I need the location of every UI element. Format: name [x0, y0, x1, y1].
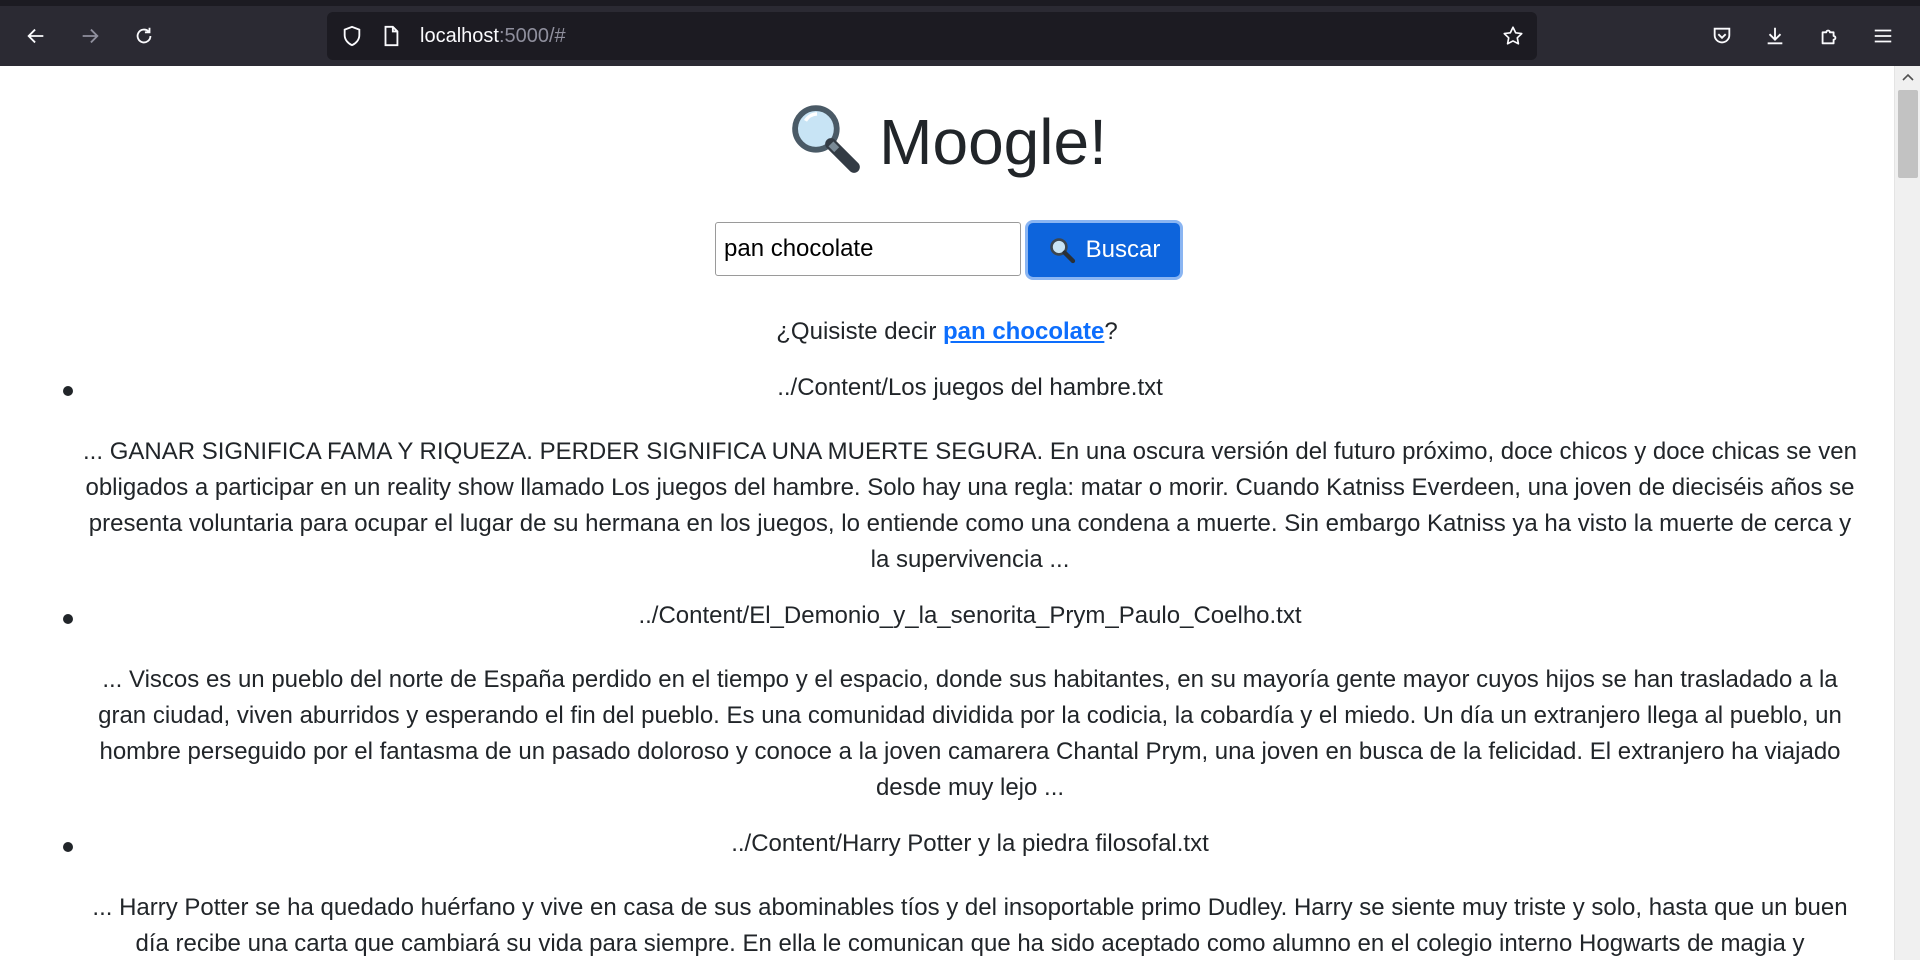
page-title: Moogle! [0, 100, 1894, 179]
list-bullet [63, 614, 73, 624]
forward-button[interactable] [73, 19, 107, 53]
suggestion-link[interactable]: pan chocolate [943, 318, 1104, 345]
vertical-scrollbar[interactable] [1894, 66, 1920, 960]
chevron-up-icon [1902, 73, 1914, 81]
puzzle-icon [1821, 29, 1837, 45]
result-snippet: ... Harry Potter se ha quedado huérfano … [92, 894, 1848, 957]
list-bullet [63, 842, 73, 852]
scroll-up-button[interactable] [1895, 66, 1920, 88]
reload-icon [136, 27, 152, 44]
shield-icon[interactable] [340, 24, 364, 48]
did-you-mean: ¿Quisiste decir pan chocolate? [0, 318, 1894, 346]
page-icon [379, 24, 403, 48]
suggestion-suffix: ? [1104, 318, 1118, 345]
result-snippet: ... GANAR SIGNIFICA FAMA Y RIQUEZA. PERD… [83, 438, 1857, 573]
magnifier-icon [792, 105, 860, 173]
extensions-button[interactable] [1812, 19, 1846, 53]
result-title[interactable]: ../Content/Los juegos del hambre.txt [80, 374, 1860, 402]
download-icon [1767, 27, 1783, 45]
browser-toolbar: localhost:5000/# [0, 0, 1920, 66]
scrollbar-thumb[interactable] [1898, 90, 1918, 178]
search-button-label: Buscar [1085, 236, 1161, 263]
url-text[interactable]: localhost:5000/# [420, 25, 566, 48]
star-icon[interactable] [1501, 24, 1525, 48]
result-title[interactable]: ../Content/El_Demonio_y_la_senorita_Prym… [80, 602, 1860, 630]
list-bullet [63, 386, 73, 396]
url-path: :5000/# [498, 25, 566, 47]
back-button[interactable] [19, 19, 53, 53]
search-input[interactable] [715, 222, 1021, 276]
app-menu-button[interactable] [1866, 19, 1900, 53]
pocket-button[interactable] [1705, 19, 1739, 53]
suggestion-prefix: ¿Quisiste decir [776, 318, 943, 345]
hamburger-menu-icon [1874, 29, 1892, 43]
arrow-right-icon [82, 28, 99, 44]
url-bar[interactable]: localhost:5000/# [327, 12, 1537, 60]
pocket-icon [1713, 27, 1731, 44]
magnifier-icon [1049, 238, 1075, 264]
reload-button[interactable] [127, 19, 161, 53]
page-viewport: Moogle! Buscar ¿Quisiste decir pan choco… [0, 66, 1894, 960]
url-host: localhost [420, 25, 499, 47]
result-title[interactable]: ../Content/Harry Potter y la piedra filo… [80, 830, 1860, 858]
result-snippet: ... Viscos es un pueblo del norte de Esp… [98, 666, 1842, 801]
downloads-button[interactable] [1758, 19, 1792, 53]
search-button[interactable]: Buscar [1025, 220, 1183, 280]
arrow-left-icon [27, 28, 44, 44]
page-title-text: Moogle! [879, 106, 1107, 178]
